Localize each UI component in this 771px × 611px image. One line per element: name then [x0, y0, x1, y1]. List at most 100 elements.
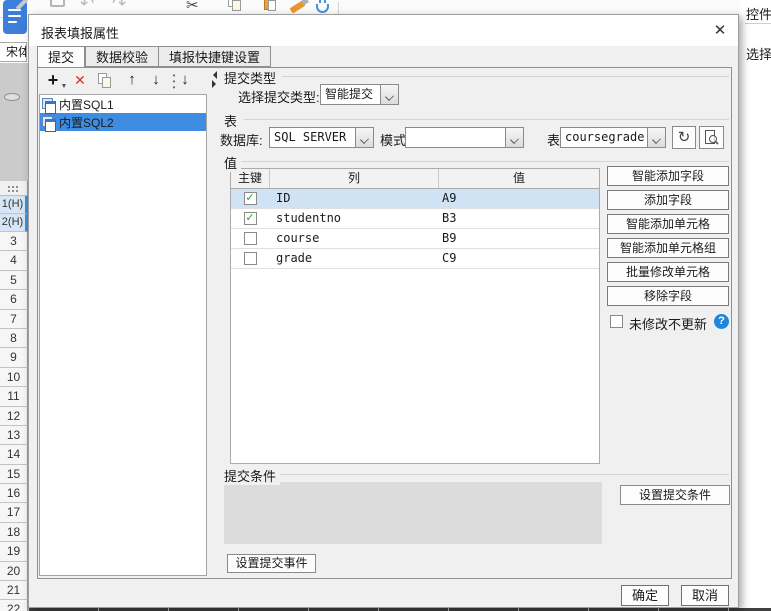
splitter-right-icon[interactable] — [212, 80, 220, 88]
plugin-icon[interactable] — [316, 0, 329, 13]
row-header[interactable]: 5 — [0, 270, 28, 291]
smart-add-field-button[interactable]: 智能添加字段 — [607, 166, 729, 186]
row-header[interactable]: 15 — [0, 464, 28, 485]
row-header[interactable]: 21 — [0, 581, 28, 601]
chevron-down-icon[interactable] — [356, 127, 374, 148]
smart-add-cell-button[interactable]: 智能添加单元格 — [607, 214, 729, 234]
primary-key-cell: ✓ — [231, 189, 269, 208]
delete-icon[interactable]: ✕ — [72, 70, 88, 92]
font-selector[interactable]: 宋体 — [0, 42, 27, 62]
row-header[interactable]: 12 — [0, 406, 28, 426]
row-header[interactable]: 2(H) — [0, 214, 28, 232]
cancel-button[interactable]: 取消 — [681, 585, 729, 606]
chevron-down-icon[interactable] — [381, 84, 399, 105]
value-cell[interactable]: A9 — [438, 189, 599, 208]
preview-button[interactable] — [699, 126, 724, 149]
values-table-header: 主键 列 值 — [231, 169, 599, 189]
redo-icon[interactable]: ↷ — [112, 0, 126, 14]
row-header[interactable]: 20 — [0, 561, 28, 582]
tab-data-validation[interactable]: 数据校验 — [85, 46, 159, 67]
add-field-button[interactable]: 添加字段 — [607, 190, 729, 210]
table-select[interactable]: coursegrade — [560, 127, 666, 148]
grid-corner-cell[interactable] — [0, 181, 28, 196]
checkbox[interactable] — [243, 252, 257, 265]
refresh-button[interactable]: ↻ — [672, 126, 696, 149]
dialog-title: 报表填报属性 — [41, 26, 120, 41]
divider — [745, 23, 771, 24]
row-header[interactable]: 9 — [0, 348, 28, 368]
row-header[interactable]: 13 — [0, 425, 28, 446]
value-cell[interactable]: C9 — [438, 249, 599, 268]
row-header[interactable]: 10 — [0, 367, 28, 388]
table-row[interactable]: ✓ studentno B3 — [231, 209, 599, 229]
no-update-checkbox[interactable] — [610, 315, 623, 328]
row-header[interactable]: 1(H) — [0, 196, 28, 214]
row-header[interactable]: 11 — [0, 387, 28, 407]
row-header[interactable]: 8 — [0, 328, 28, 349]
submit-type-value: 智能提交 — [320, 84, 381, 105]
row-header[interactable]: 6 — [0, 290, 28, 310]
undo-icon[interactable]: ↶ — [80, 0, 94, 14]
row-header[interactable]: 7 — [0, 309, 28, 329]
save-icon[interactable] — [50, 0, 65, 7]
value-cell[interactable]: B3 — [438, 209, 599, 228]
column-cell[interactable]: grade — [269, 249, 438, 268]
checkbox[interactable]: ✓ — [243, 212, 257, 225]
column-header-value[interactable]: 值 — [438, 169, 599, 188]
left-panel-bg — [0, 63, 28, 181]
grip-dots-icon — [8, 186, 10, 188]
sql-list-item[interactable]: 内置SQL1 — [40, 95, 206, 114]
chevron-down-icon[interactable] — [506, 127, 524, 148]
right-panel-label-top: 控件 — [746, 7, 771, 22]
shape-tool-icon[interactable] — [4, 93, 20, 101]
remove-field-button[interactable]: 移除字段 — [607, 286, 729, 306]
checkbox[interactable] — [243, 232, 257, 245]
ok-button[interactable]: 确定 — [621, 585, 669, 606]
value-cell[interactable]: B9 — [438, 229, 599, 248]
cut-icon[interactable]: ✂ — [186, 0, 199, 14]
row-header[interactable]: 19 — [0, 542, 28, 562]
chevron-down-icon[interactable] — [648, 127, 666, 148]
row-header[interactable]: 18 — [0, 522, 28, 543]
column-cell[interactable]: ID — [269, 189, 438, 208]
set-submit-event-button[interactable]: 设置提交事件 — [227, 554, 316, 573]
table-row[interactable]: course B9 — [231, 229, 599, 249]
sort-icon[interactable]: ↓ — [177, 70, 193, 92]
condition-display-area — [224, 482, 602, 544]
row-header[interactable]: 22 — [0, 600, 28, 611]
tab-content: + ▼ ✕ ↑ ↓ • • • ↓ 内置SQL1 内置SQL2 提交类型 选择提交类型… — [37, 67, 732, 579]
row-header[interactable]: 4 — [0, 251, 28, 271]
copy-icon[interactable] — [96, 70, 114, 92]
tab-submit[interactable]: 提交 — [37, 46, 86, 68]
move-up-icon[interactable]: ↑ — [124, 70, 140, 92]
column-cell[interactable]: studentno — [269, 209, 438, 228]
move-down-icon[interactable]: ↓ — [148, 70, 164, 92]
database-select[interactable]: SQL SERVER — [269, 127, 374, 148]
table-row[interactable]: grade C9 — [231, 249, 599, 269]
row-header[interactable]: 14 — [0, 445, 28, 465]
close-icon[interactable]: ✕ — [709, 21, 731, 41]
dialog-titlebar[interactable]: 报表填报属性 ✕ — [29, 15, 738, 46]
batch-modify-cell-button[interactable]: 批量修改单元格 — [607, 262, 729, 282]
splitter-left-icon[interactable] — [209, 71, 217, 79]
column-cell[interactable]: course — [269, 229, 438, 248]
sql-list: 内置SQL1 内置SQL2 — [39, 94, 207, 576]
set-condition-button[interactable]: 设置提交条件 — [620, 485, 730, 505]
copy-icon[interactable] — [232, 0, 241, 11]
screen: ↶ ↷ ✂ 宋体 1(H)2(H)34567891011121314151617… — [0, 0, 771, 611]
smart-add-cell-group-button[interactable]: 智能添加单元格组 — [607, 238, 729, 258]
report-fill-attributes-dialog: 报表填报属性 ✕ 提交 数据校验 填报快捷键设置 + ▼ ✕ ↑ ↓ • • • ↓… — [28, 14, 739, 608]
row-header[interactable]: 3 — [0, 232, 28, 252]
database-label: 数据库: — [220, 133, 263, 148]
sql-list-item[interactable]: 内置SQL2 — [40, 113, 206, 132]
help-icon[interactable]: ? — [714, 314, 729, 329]
row-header[interactable]: 16 — [0, 484, 28, 504]
submit-type-select[interactable]: 智能提交 — [320, 84, 399, 105]
row-header[interactable]: 17 — [0, 503, 28, 523]
table-row[interactable]: ✓ ID A9 — [231, 189, 599, 209]
checkbox[interactable]: ✓ — [243, 192, 257, 205]
tab-fill-shortcuts[interactable]: 填报快捷键设置 — [158, 46, 272, 67]
column-header-column[interactable]: 列 — [269, 169, 438, 188]
group-submit-type: 提交类型 — [224, 68, 281, 87]
schema-select[interactable] — [405, 127, 524, 148]
